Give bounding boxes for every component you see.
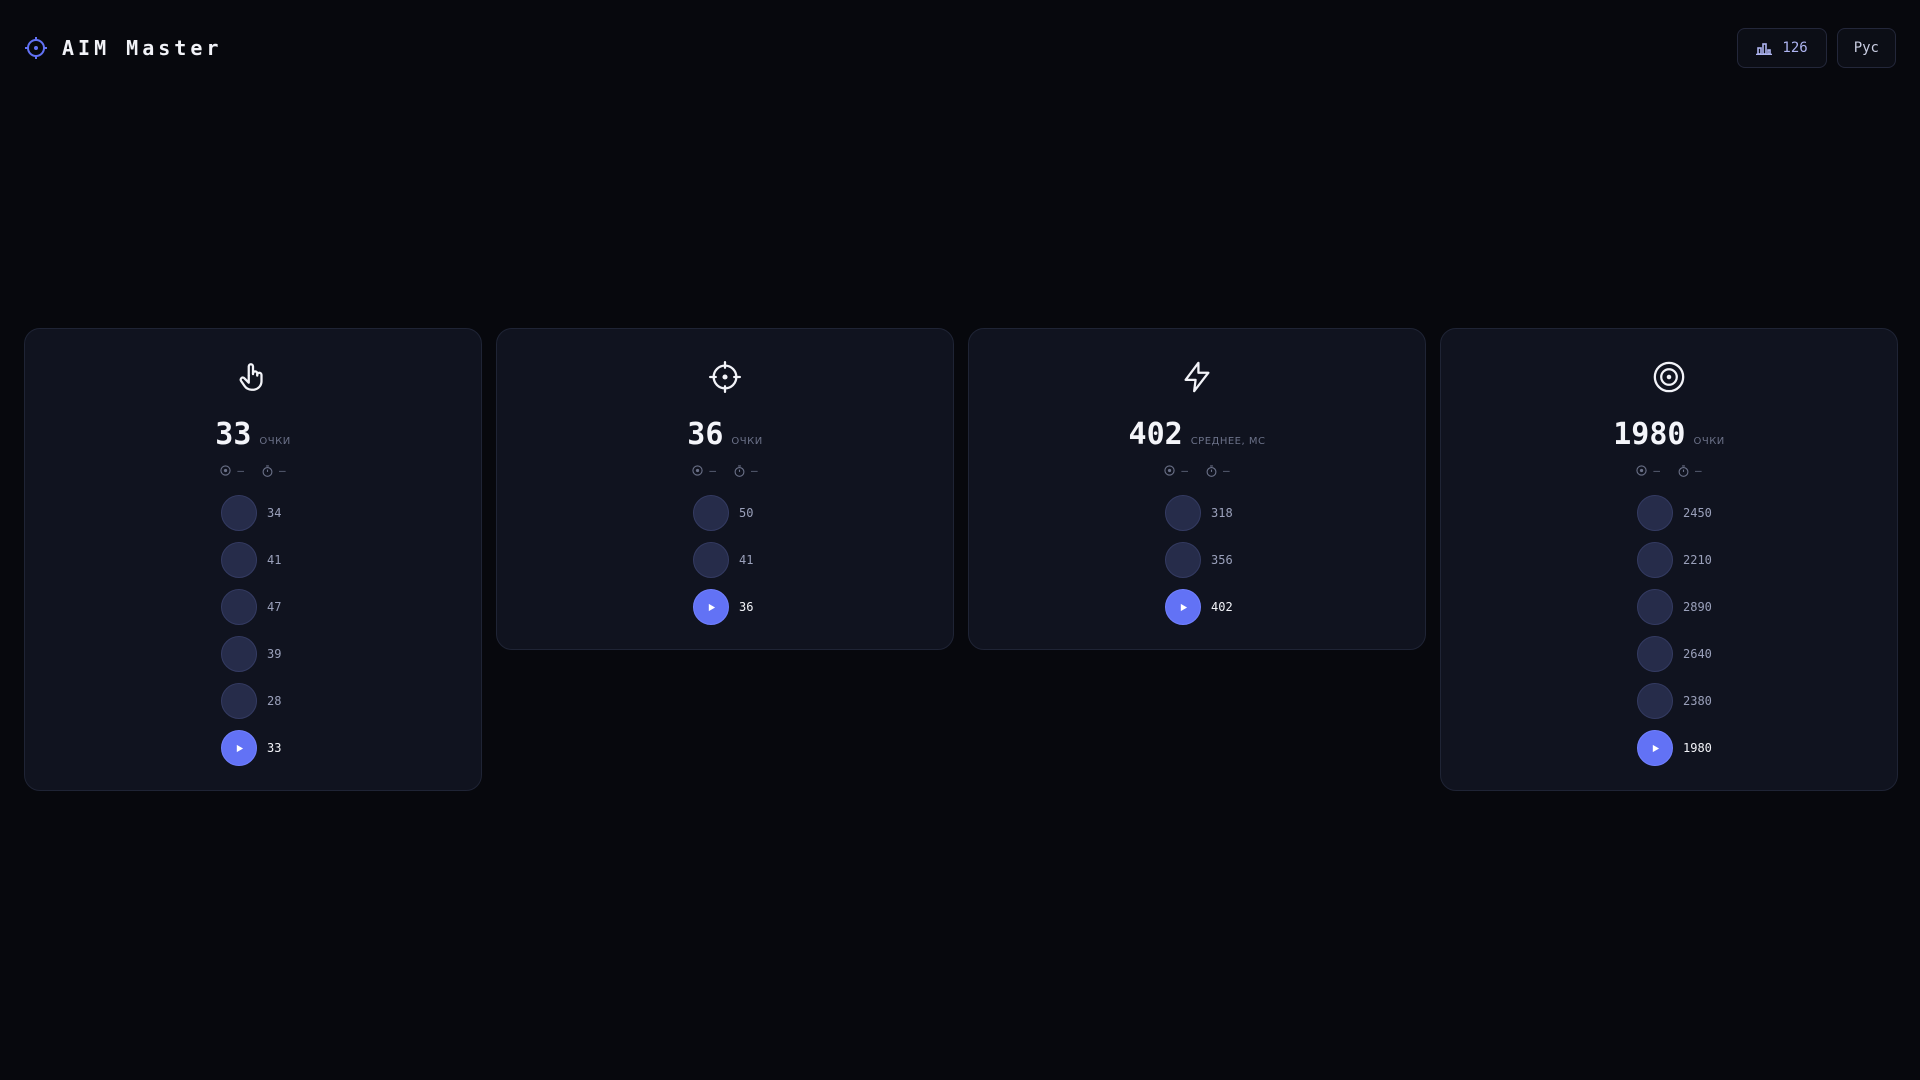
card-unit: очки	[1693, 436, 1725, 447]
history-item[interactable]: 41	[221, 542, 301, 578]
card-meta-target: —	[1181, 464, 1188, 477]
target-small-icon	[692, 465, 704, 476]
stopwatch-icon	[1678, 464, 1689, 477]
stats-button[interactable]: 126	[1737, 28, 1827, 68]
target-small-icon	[220, 465, 232, 476]
history-item-current[interactable]: 33	[221, 730, 301, 766]
history-item[interactable]: 34	[221, 495, 301, 531]
history-item-current[interactable]: 36	[693, 589, 773, 625]
score-history: 318 356 402	[1157, 495, 1237, 625]
play-icon	[1637, 730, 1673, 766]
stats-count: 126	[1782, 40, 1808, 56]
game-card-precision[interactable]: 36 очки — — 50 41 36	[496, 328, 954, 650]
target-small-icon	[1164, 465, 1176, 476]
game-cards: 33 очки — — 34 41 47 39 28 33 36 о	[24, 328, 1898, 791]
crosshair-logo-icon	[25, 37, 47, 59]
bar-chart-icon	[1756, 43, 1773, 55]
history-item[interactable]: 2640	[1637, 636, 1717, 672]
card-unit: среднее, мс	[1190, 436, 1266, 447]
card-meta-time: —	[1695, 464, 1702, 477]
language-button[interactable]: Рус	[1836, 28, 1896, 68]
card-meta-target: —	[237, 464, 244, 477]
top-bar: AIM Master 126 Рус	[0, 0, 1920, 96]
history-item[interactable]: 2210	[1637, 542, 1717, 578]
history-item[interactable]: 50	[693, 495, 773, 531]
game-card-click[interactable]: 33 очки — — 34 41 47 39 28 33	[24, 328, 482, 791]
lightning-icon	[1180, 357, 1214, 397]
history-item[interactable]: 28	[221, 683, 301, 719]
card-meta-time: —	[751, 464, 758, 477]
play-icon	[221, 730, 257, 766]
score-history: 2450 2210 2890 2640 2380 1980	[1629, 495, 1712, 766]
stopwatch-icon	[1206, 464, 1217, 477]
score-history: 34 41 47 39 28 33	[213, 495, 293, 766]
card-meta-target: —	[709, 464, 716, 477]
game-card-reaction[interactable]: 402 среднее, мс — — 318 356 402	[968, 328, 1426, 650]
play-icon	[1165, 589, 1201, 625]
history-item[interactable]: 318	[1165, 495, 1245, 531]
app-title: AIM Master	[62, 36, 223, 60]
card-unit: очки	[259, 436, 291, 447]
stopwatch-icon	[262, 464, 273, 477]
card-score: 402	[1128, 417, 1183, 452]
history-item[interactable]: 39	[221, 636, 301, 672]
brand[interactable]: AIM Master	[24, 34, 222, 62]
card-score: 36	[687, 417, 724, 452]
card-score: 1980	[1613, 417, 1686, 452]
history-item[interactable]: 2450	[1637, 495, 1717, 531]
history-item[interactable]: 2890	[1637, 589, 1717, 625]
history-item[interactable]: 47	[221, 589, 301, 625]
play-icon	[693, 589, 729, 625]
target-small-icon	[1636, 465, 1648, 476]
card-meta-target: —	[1653, 464, 1660, 477]
game-card-tracking[interactable]: 1980 очки — — 2450 2210 2890 2640 2380 1…	[1440, 328, 1898, 791]
stopwatch-icon	[734, 464, 745, 477]
card-unit: очки	[731, 436, 763, 447]
card-score: 33	[215, 417, 252, 452]
crosshair-icon	[708, 357, 742, 397]
history-item[interactable]: 2380	[1637, 683, 1717, 719]
score-history: 50 41 36	[685, 495, 765, 625]
card-meta-time: —	[279, 464, 286, 477]
target-rings-icon	[1652, 357, 1686, 397]
pointer-hand-icon	[236, 357, 270, 397]
history-item-current[interactable]: 402	[1165, 589, 1245, 625]
card-meta-time: —	[1223, 464, 1230, 477]
history-item-current[interactable]: 1980	[1637, 730, 1717, 766]
history-item[interactable]: 41	[693, 542, 773, 578]
history-item[interactable]: 356	[1165, 542, 1245, 578]
